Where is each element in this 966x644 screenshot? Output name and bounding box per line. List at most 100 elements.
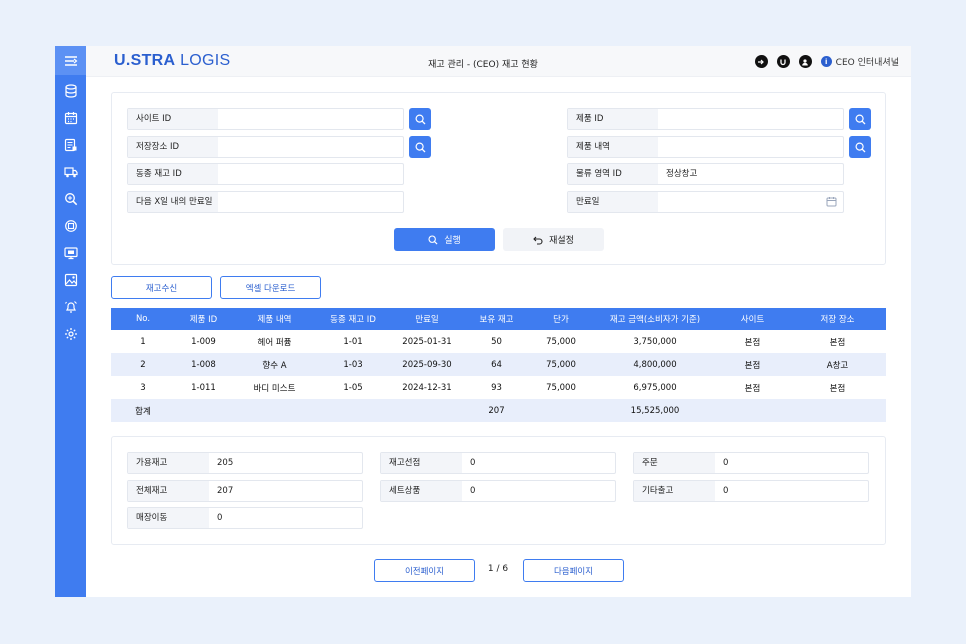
user-menu[interactable]: i CEO 인터내셔널	[820, 55, 899, 68]
preselect-label: 재고선점	[381, 453, 462, 473]
col-header[interactable]: 만료일	[389, 308, 465, 330]
calendar-picker-icon[interactable]	[826, 196, 837, 210]
calendar-icon[interactable]	[63, 110, 78, 125]
expiry-date-field[interactable]: 만료일	[567, 191, 844, 213]
col-header[interactable]: 동종 재고 ID	[317, 308, 389, 330]
table-cell: 본점	[716, 376, 789, 399]
col-header[interactable]: 사이트	[716, 308, 789, 330]
table-cell: 본점	[716, 330, 789, 353]
storage-id-field[interactable]: 저장장소 ID	[127, 136, 404, 158]
col-header[interactable]: 제품 ID	[175, 308, 232, 330]
table-cell: 1-05	[317, 376, 389, 399]
logistics-area-field[interactable]: 물류 영역 ID 정상창고	[567, 163, 844, 185]
profile-icon[interactable]	[798, 55, 812, 68]
col-header[interactable]: 재고 금액(소비자가 기준)	[594, 308, 716, 330]
available-stock-field: 가용재고 205	[127, 452, 363, 474]
product-id-field[interactable]: 제품 ID	[567, 108, 844, 130]
total-amount: 15,525,000	[594, 399, 716, 422]
bell-tool-icon[interactable]	[63, 299, 78, 314]
image-icon[interactable]	[63, 272, 78, 287]
storage-id-search-button[interactable]	[409, 136, 431, 158]
preselect-field: 재고선점 0	[380, 452, 616, 474]
prev-page-button[interactable]: 이전페이지	[374, 559, 475, 582]
database-icon[interactable]	[63, 83, 78, 98]
table-cell: 1-03	[317, 353, 389, 376]
table-row[interactable]: 3 1-011 바디 미스트 1-05 2024-12-31 93 75,000…	[111, 376, 886, 399]
table-cell: 75,000	[528, 353, 594, 376]
table-cell: 3	[111, 376, 175, 399]
product-id-search-button[interactable]	[849, 108, 871, 130]
table-total-row: 합계 207 15,525,000	[111, 399, 886, 422]
table-cell: 2025-09-30	[389, 353, 465, 376]
excel-download-button[interactable]: 엑셀 다운로드	[220, 276, 321, 299]
table-row[interactable]: 2 1-008 향수 A 1-03 2025-09-30 64 75,000 4…	[111, 353, 886, 376]
refresh-box-icon[interactable]	[63, 218, 78, 233]
logout-icon[interactable]	[754, 55, 768, 68]
other-out-field: 기타출고 0	[633, 480, 869, 502]
reset-button-label: 재설정	[549, 236, 574, 246]
truck-icon[interactable]	[63, 164, 78, 179]
storage-id-label: 저장장소 ID	[128, 137, 218, 157]
product-id-label: 제품 ID	[568, 109, 658, 129]
table-cell: 93	[465, 376, 528, 399]
table-cell: 3,750,000	[594, 330, 716, 353]
receive-stock-button[interactable]: 재고수신	[111, 276, 212, 299]
same-stock-id-field[interactable]: 동종 재고 ID	[127, 163, 404, 185]
next-page-button[interactable]: 다음페이지	[523, 559, 624, 582]
col-header[interactable]: No.	[111, 308, 175, 330]
other-out-label: 기타출고	[634, 481, 715, 501]
col-header[interactable]: 제품 내역	[232, 308, 317, 330]
table-cell: 향수 A	[232, 353, 317, 376]
table-cell: 1	[111, 330, 175, 353]
col-header[interactable]: 보유 재고	[465, 308, 528, 330]
site-id-label: 사이트 ID	[128, 109, 218, 129]
other-out-value: 0	[723, 486, 729, 496]
set-goods-field: 세트상품 0	[380, 480, 616, 502]
table-cell: 50	[465, 330, 528, 353]
reset-button[interactable]: 재설정	[503, 228, 604, 251]
product-id-value	[658, 109, 666, 129]
logistics-area-value: 정상창고	[666, 169, 698, 179]
menu-toggle-icon[interactable]	[55, 46, 86, 75]
col-header[interactable]: 단가	[528, 308, 594, 330]
undo-icon	[533, 236, 543, 245]
site-id-field[interactable]: 사이트 ID	[127, 108, 404, 130]
u-icon[interactable]	[776, 55, 790, 68]
same-stock-id-value	[218, 164, 226, 184]
expiry-within-label: 다음 X일 내의 만료일	[128, 192, 218, 212]
summary-panel: 가용재고 205 전체재고 207 매장이동 0 재고선점 0 세트상품 0 주…	[111, 436, 886, 545]
table-cell: 64	[465, 353, 528, 376]
run-button-label: 실행	[444, 236, 461, 246]
table-row[interactable]: 1 1-009 헤어 퍼퓸 1-01 2025-01-31 50 75,000 …	[111, 330, 886, 353]
run-button[interactable]: 실행	[394, 228, 495, 251]
store-move-value: 0	[217, 513, 223, 523]
table-cell: 바디 미스트	[232, 376, 317, 399]
order-value: 0	[723, 458, 729, 468]
product-desc-field[interactable]: 제품 내역	[567, 136, 844, 158]
info-icon: i	[820, 56, 832, 67]
top-header: U.STRA LOGIS 재고 관리 - (CEO) 재고 현황 i CEO 인…	[86, 46, 911, 77]
table-cell: 1-008	[175, 353, 232, 376]
filter-panel: 사이트 ID 저장장소 ID 동종 재고 ID 다음 X일 내의 만료일 제품 …	[111, 92, 886, 265]
search-icon	[428, 234, 438, 245]
expiry-within-value	[218, 192, 226, 212]
table-cell: 75,000	[528, 330, 594, 353]
report-icon[interactable]	[63, 137, 78, 152]
user-label: CEO 인터내셔널	[835, 58, 899, 68]
expiry-within-field[interactable]: 다음 X일 내의 만료일	[127, 191, 404, 213]
settings-icon[interactable]	[63, 326, 78, 341]
available-stock-label: 가용재고	[128, 453, 209, 473]
site-id-search-button[interactable]	[409, 108, 431, 130]
set-goods-value: 0	[470, 486, 476, 496]
table-cell: 1-009	[175, 330, 232, 353]
order-field: 주문 0	[633, 452, 869, 474]
expiry-date-value	[658, 192, 666, 212]
page-indicator: 1 / 6	[487, 564, 509, 574]
total-stock-field: 전체재고 207	[127, 480, 363, 502]
monitor-icon[interactable]	[63, 245, 78, 260]
search-inventory-icon[interactable]	[63, 191, 78, 206]
table-cell: A창고	[789, 353, 886, 376]
col-header[interactable]: 저장 장소	[789, 308, 886, 330]
table-cell: 본점	[789, 330, 886, 353]
product-desc-search-button[interactable]	[849, 136, 871, 158]
